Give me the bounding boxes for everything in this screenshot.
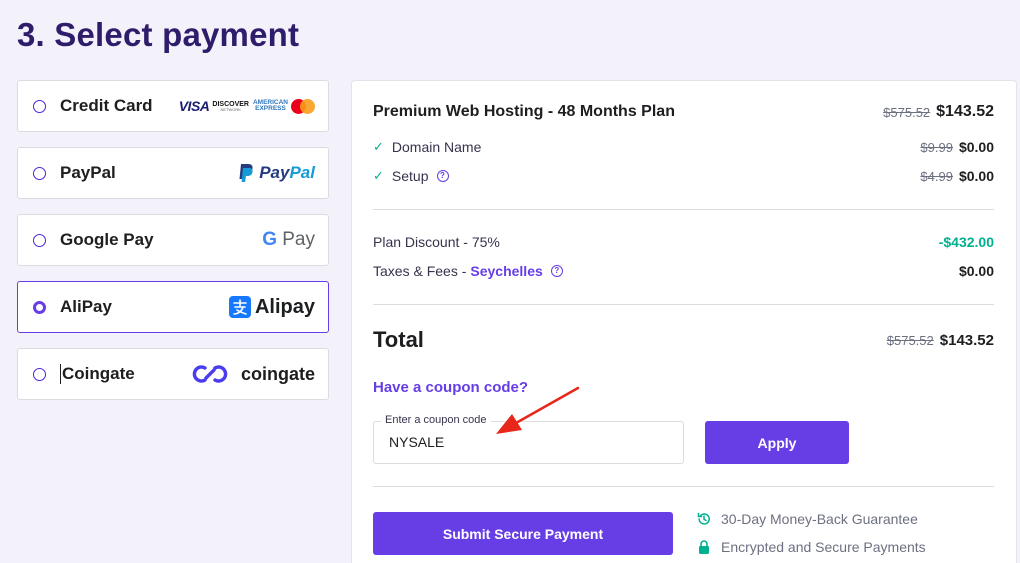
taxes-country-link[interactable]: Seychelles: [470, 263, 542, 279]
text-caret: [60, 364, 61, 384]
item-old-price-setup: $4.99: [920, 168, 953, 184]
coupon-field[interactable]: Enter a coupon code: [373, 414, 684, 464]
lock-icon: [699, 540, 709, 554]
payment-method-paypal[interactable]: PayPal PayPal: [17, 147, 329, 199]
discover-logo: DISCOVER NETWORK: [212, 100, 249, 112]
taxes-value: $0.00: [958, 263, 994, 279]
item-label-domain: Domain Name: [391, 139, 482, 155]
money-back-guarantee: 30-Day Money-Back Guarantee: [697, 511, 918, 527]
divider: [373, 486, 994, 487]
radio-alipay[interactable]: [33, 300, 46, 314]
plan-title: Premium Web Hosting - 48 Months Plan: [373, 103, 675, 120]
coupon-input[interactable]: [389, 434, 669, 450]
taxes-label: Taxes & Fees -: [373, 263, 467, 279]
method-label-alipay: AliPay: [60, 297, 112, 316]
plan-old-price: $575.52: [883, 104, 931, 120]
radio-credit-card[interactable]: [33, 99, 46, 113]
line-item-domain: ✓ Domain Name $9.99 $0.00: [373, 139, 994, 155]
mastercard-logo: [291, 98, 315, 114]
radio-google-pay[interactable]: [33, 233, 46, 247]
divider: [373, 304, 994, 305]
coingate-logo: coingate: [191, 349, 315, 399]
item-label-setup: Setup: [391, 168, 429, 184]
item-price-domain: $0.00: [958, 139, 994, 155]
taxes-row: Taxes & Fees - Seychelles ? $0.00: [373, 263, 994, 279]
method-label-coingate: Coingate: [62, 364, 135, 383]
discount-value: -$432.00: [938, 234, 994, 250]
visa-logo: VISA: [178, 98, 210, 114]
help-icon[interactable]: ?: [550, 265, 563, 277]
method-label-paypal: PayPal: [60, 163, 116, 182]
payment-method-credit-card[interactable]: Credit Card VISA DISCOVER NETWORK AMERICA…: [17, 80, 329, 132]
submit-payment-button[interactable]: Submit Secure Payment: [373, 512, 673, 555]
apply-button[interactable]: Apply: [705, 421, 849, 464]
payment-method-google-pay[interactable]: Google Pay G Pay: [17, 214, 329, 266]
payment-method-alipay[interactable]: AliPay Alipay: [17, 281, 329, 333]
line-item-setup: ✓ Setup ? $4.99 $0.00: [373, 168, 994, 184]
card-logos: VISA DISCOVER NETWORK AMERICAN EXPRESS: [179, 81, 315, 131]
radio-coingate[interactable]: [33, 367, 46, 381]
google-pay-logo: G Pay: [262, 229, 315, 250]
paypal-logo: PayPal: [238, 148, 315, 198]
alipay-icon: [228, 296, 251, 318]
payment-method-coingate[interactable]: Coingate coingate: [17, 348, 329, 400]
plan-price: $143.52: [936, 103, 994, 120]
discount-label: Plan Discount - 75%: [373, 234, 500, 250]
total-old-price: $575.52: [886, 332, 934, 348]
coupon-field-label: Enter a coupon code: [381, 414, 491, 426]
amex-logo: AMERICAN EXPRESS: [252, 98, 288, 112]
secure-payments: Encrypted and Secure Payments: [697, 539, 926, 555]
page-title: 3. Select payment: [17, 16, 300, 53]
total-row: Total $575.52 $143.52: [373, 327, 994, 353]
help-icon[interactable]: ?: [436, 170, 449, 182]
divider: [373, 209, 994, 210]
alipay-logo: Alipay: [228, 282, 315, 332]
coupon-link[interactable]: Have a coupon code?: [373, 379, 528, 396]
item-old-price-domain: $9.99: [920, 139, 953, 155]
item-price-setup: $0.00: [958, 168, 994, 184]
coingate-icon: [192, 365, 228, 383]
method-label-credit-card: Credit Card: [60, 96, 153, 115]
paypal-icon: [239, 164, 253, 182]
total-price: $143.52: [939, 331, 994, 349]
check-icon: ✓: [373, 168, 384, 183]
history-icon: [697, 512, 710, 525]
total-label: Total: [373, 327, 424, 352]
payment-methods: Credit Card VISA DISCOVER NETWORK AMERICA…: [17, 80, 329, 415]
order-summary: Premium Web Hosting - 48 Months Plan $57…: [351, 80, 1017, 563]
plan-row: Premium Web Hosting - 48 Months Plan $57…: [373, 103, 994, 121]
radio-paypal[interactable]: [33, 166, 46, 180]
method-label-google-pay: Google Pay: [60, 230, 154, 249]
discount-row: Plan Discount - 75% -$432.00: [373, 234, 994, 250]
check-icon: ✓: [373, 139, 384, 154]
